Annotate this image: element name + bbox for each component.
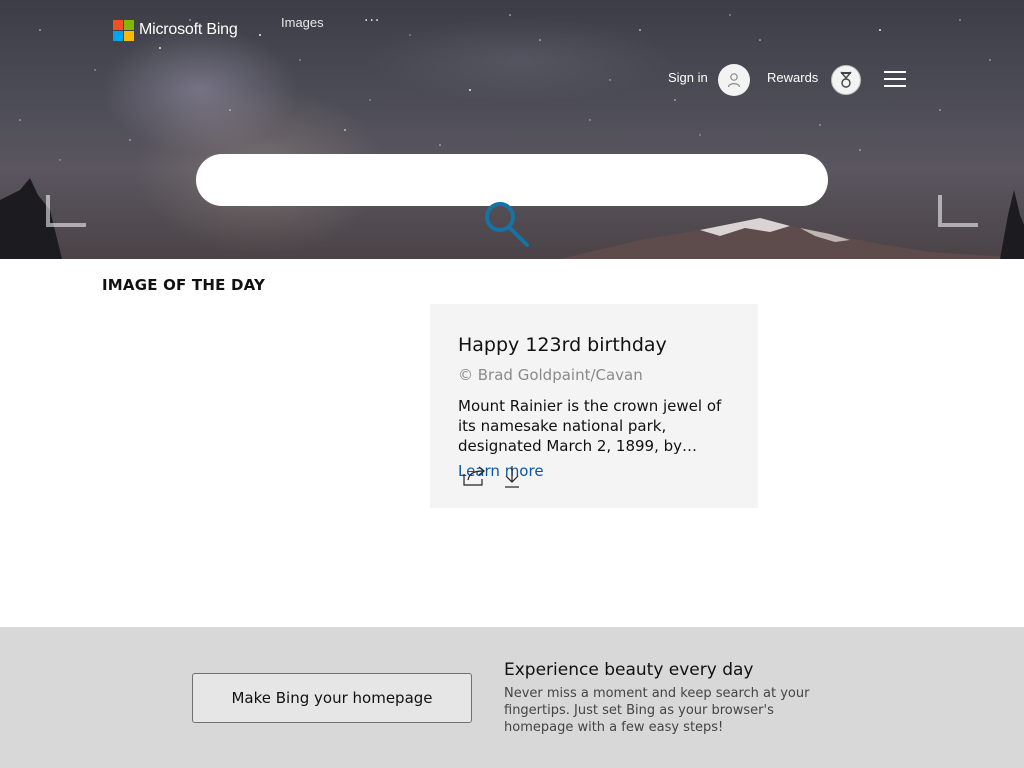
- download-icon[interactable]: [503, 465, 521, 489]
- homepage-promo-band: Make Bing your homepage Experience beaut…: [0, 627, 1024, 768]
- share-icon[interactable]: [463, 465, 487, 487]
- sign-in-link[interactable]: Sign in: [668, 70, 708, 85]
- bing-logo[interactable]: Microsoft Bing: [113, 20, 238, 41]
- logo-text: Microsoft Bing: [139, 21, 238, 38]
- image-of-the-day-card: Happy 123rd birthday © Brad Goldpaint/Ca…: [430, 304, 758, 508]
- promo-title: Experience beauty every day: [504, 660, 754, 680]
- image-of-the-day-heading: IMAGE OF THE DAY: [102, 276, 266, 294]
- microsoft-logo-icon: [113, 20, 134, 41]
- visual-search-corner-left: [46, 195, 86, 227]
- card-title[interactable]: Happy 123rd birthday: [458, 334, 667, 356]
- make-homepage-button[interactable]: Make Bing your homepage: [192, 673, 472, 723]
- promo-text: Never miss a moment and keep search at y…: [504, 686, 810, 735]
- more-menu-icon[interactable]: ···: [364, 13, 380, 29]
- rewards-link[interactable]: Rewards: [767, 70, 818, 85]
- card-credit: © Brad Goldpaint/Cavan: [458, 366, 643, 384]
- nav-images-link[interactable]: Images: [281, 15, 324, 30]
- hero-background: Microsoft Bing Images ··· Sign in Reward…: [0, 0, 1024, 259]
- medal-icon[interactable]: [831, 65, 861, 95]
- visual-search-corner-right: [938, 195, 978, 227]
- user-icon[interactable]: [718, 64, 750, 96]
- hamburger-icon[interactable]: [884, 71, 906, 87]
- card-description: Mount Rainier is the crown jewel of its …: [458, 397, 722, 455]
- search-icon[interactable]: [478, 195, 534, 251]
